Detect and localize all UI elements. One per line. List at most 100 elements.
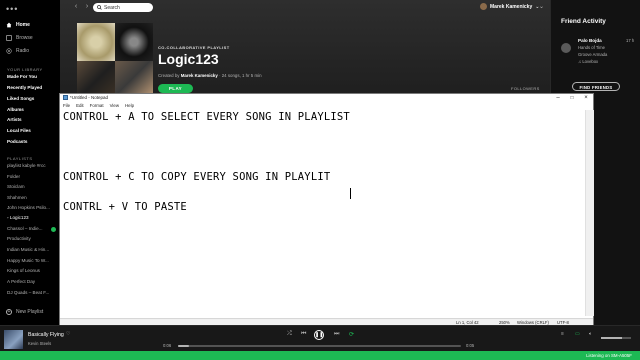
notepad-window: *Untitled - Notepad – □ × File Edit Form… (59, 93, 594, 327)
sidebar-item-label: Radio (16, 48, 30, 54)
track-artist[interactable]: Kevin Steels (28, 341, 51, 346)
chevron-down-icon[interactable]: ⌄ (539, 3, 544, 10)
notepad-menu-bar: File Edit Format View Help (60, 102, 593, 110)
user-menu[interactable]: Marek Kamenicky ⌄ (480, 3, 539, 10)
menu-view[interactable]: View (110, 102, 119, 110)
cover-art (77, 61, 115, 93)
search-placeholder: Search (104, 4, 120, 11)
pause-button[interactable]: ❚❚ (314, 330, 324, 340)
playlists-header: PLAYLISTS (7, 156, 33, 161)
browse-icon (6, 35, 12, 41)
play-button[interactable]: PLAY (158, 84, 193, 93)
library-item-made-for-you[interactable]: Made For You (7, 74, 37, 79)
sidebar-item-label: Browse (16, 35, 33, 41)
duration-time: 0:05 (466, 343, 475, 348)
playlist-item[interactable]: Folder (7, 174, 55, 179)
pause-icon: ❚❚ (315, 332, 324, 338)
friend-context[interactable]: ♫ Lovebox (578, 59, 598, 64)
next-icon[interactable]: ⏭ (334, 331, 339, 338)
notepad-icon (63, 95, 68, 100)
forward-arrow-icon[interactable]: › (83, 3, 91, 11)
minimize-icon[interactable]: – (551, 94, 565, 102)
new-playlist-button[interactable]: + New Playlist (6, 309, 43, 315)
text-line: CONTRL + V TO PASTE (63, 201, 187, 213)
sidebar: ••• Home Browse Radio YOUR LIBRARY Made … (0, 0, 60, 325)
player-bar: Basically Flying Kevin Steels ♡ ⤮ ⏮ ❚❚ ⏭… (0, 325, 640, 351)
repeat-icon[interactable]: ⟳ (349, 331, 354, 338)
listening-on-banner[interactable]: Listening on SM-A505F (0, 351, 640, 360)
track-title[interactable]: Basically Flying (28, 332, 64, 338)
library-item-liked-songs[interactable]: Liked Songs (7, 96, 34, 101)
playlist-item[interactable]: Stoiclam (7, 184, 55, 189)
friend-track[interactable]: Hands of Time (578, 45, 605, 50)
playlist-item[interactable]: Indian Music & Hin... (7, 247, 55, 252)
elapsed-time: 0:06 (163, 343, 172, 348)
new-playlist-label: New Playlist (16, 309, 44, 315)
listening-on-label: Listening on SM-A505F (586, 352, 632, 358)
library-item-albums[interactable]: Albums (7, 107, 24, 112)
previous-icon[interactable]: ⏮ (301, 331, 306, 338)
friend-activity-title: Friend Activity (561, 18, 606, 25)
library-item-recently-played[interactable]: Recently Played (7, 85, 42, 90)
progress-bar[interactable] (178, 345, 461, 347)
vertical-scrollbar[interactable] (585, 110, 594, 316)
playlist-item[interactable]: Kings of Leonus (7, 268, 55, 273)
menu-edit[interactable]: Edit (76, 102, 84, 110)
followers-label: FOLLOWERS (511, 86, 540, 91)
playlist-item[interactable]: Chassol – Indie... (7, 226, 55, 231)
sidebar-item-home[interactable]: Home (6, 22, 30, 28)
text-line: CONTROL + A TO SELECT EVERY SONG IN PLAY… (63, 111, 350, 123)
heart-icon[interactable]: ♡ (66, 331, 70, 337)
now-playing-art[interactable] (4, 330, 23, 349)
queue-icon[interactable]: ≡ (561, 331, 564, 337)
friend-context-label: Lovebox (582, 59, 599, 64)
playlist-item[interactable]: DJ Quads – Beat F... (7, 290, 55, 295)
more-icon[interactable]: ••• (6, 4, 18, 14)
volume-slider[interactable] (601, 337, 631, 339)
playlist-item[interactable]: Shahmen (7, 195, 55, 200)
back-arrow-icon[interactable]: ‹ (72, 3, 80, 11)
playlist-owner[interactable]: Marek Kamenicky (181, 73, 218, 78)
friend-artist[interactable]: Groove Armada (578, 52, 607, 57)
library-header: YOUR LIBRARY (7, 67, 43, 72)
devices-icon[interactable]: ▭ (575, 331, 580, 337)
playlist-item-label: Logic123 (9, 215, 29, 220)
maximize-icon[interactable]: □ (565, 94, 579, 102)
playlist-stats: · 24 songs, 1 hr 5 min (219, 73, 262, 78)
home-icon (6, 22, 12, 28)
radio-icon (6, 48, 12, 54)
menu-file[interactable]: File (63, 102, 70, 110)
close-icon[interactable]: × (579, 94, 593, 102)
find-friends-button[interactable]: FIND FRIENDS (572, 82, 620, 91)
playlist-item[interactable]: playlist kabyle #rcc (7, 163, 55, 168)
volume-icon[interactable]: 🔈︎ (589, 331, 592, 337)
playlist-item[interactable]: A Perfect Day (7, 279, 55, 284)
library-item-artists[interactable]: Artists (7, 117, 22, 122)
menu-format[interactable]: Format (90, 102, 104, 110)
playlist-item-active[interactable]: ◦ Logic123 (7, 215, 55, 220)
search-input[interactable]: Search (93, 3, 153, 12)
cover-art (115, 23, 153, 61)
notepad-title-bar: *Untitled - Notepad – □ × (60, 94, 593, 102)
sidebar-item-browse[interactable]: Browse (6, 35, 33, 41)
menu-help[interactable]: Help (125, 102, 134, 110)
playlist-item[interactable]: Productivity (7, 236, 55, 241)
progress-fill (178, 345, 190, 347)
cover-art (77, 23, 115, 61)
collab-indicator-icon (51, 227, 56, 232)
playlist-item[interactable]: Happy Music To W... (7, 258, 55, 263)
sidebar-item-radio[interactable]: Radio (6, 48, 29, 54)
shuffle-icon[interactable]: ⤮ (287, 331, 292, 338)
library-item-local-files[interactable]: Local Files (7, 128, 31, 133)
playlist-title: Logic123 (158, 51, 219, 67)
library-item-podcasts[interactable]: Podcasts (7, 139, 27, 144)
notepad-window-title: *Untitled - Notepad (70, 95, 109, 100)
avatar[interactable] (561, 43, 571, 53)
notepad-text-area[interactable]: CONTROL + A TO SELECT EVERY SONG IN PLAY… (60, 110, 585, 316)
friend-name[interactable]: Palo Bojda (578, 38, 602, 43)
plus-circle-icon: + (6, 309, 12, 315)
playlist-item[interactable]: John Hopkins Psilo... (7, 205, 55, 210)
text-cursor (350, 188, 351, 199)
play-button-label: PLAY (168, 86, 183, 91)
playlist-meta: Created by Marek Kamenicky · 24 songs, 1… (158, 73, 262, 78)
